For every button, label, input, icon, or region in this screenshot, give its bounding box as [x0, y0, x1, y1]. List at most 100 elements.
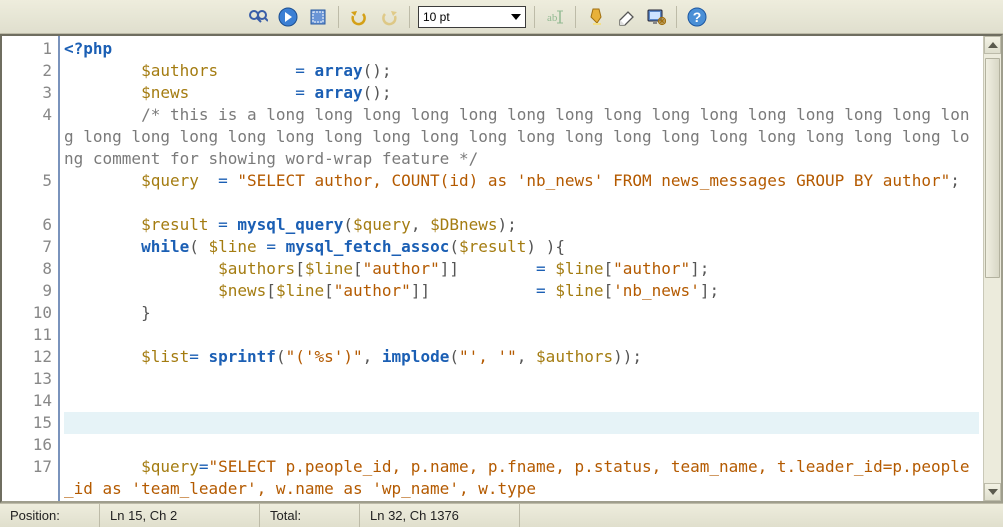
scroll-up-button[interactable] [984, 36, 1001, 54]
token-str: "SELECT author, COUNT(id) as 'nb_news' F… [237, 171, 950, 190]
token-var: $news [218, 281, 266, 300]
token-plain [209, 215, 219, 234]
token-fn: mysql_query [237, 215, 343, 234]
token-str: "('%s')" [286, 347, 363, 366]
token-var: $line [305, 259, 353, 278]
triangle-up-icon [988, 42, 998, 48]
code-line[interactable]: $news = array(); [64, 82, 979, 104]
code-line[interactable]: $authors = array(); [64, 60, 979, 82]
token-plain: , [363, 347, 382, 366]
undo-button[interactable] [345, 3, 373, 31]
token-var: $authors [218, 259, 295, 278]
code-line[interactable]: $list= sprintf("('%s')", implode("', '",… [64, 346, 979, 368]
line-number: 16 [2, 434, 52, 456]
code-line[interactable]: $query="SELECT p.people_id, p.name, p.fn… [64, 456, 979, 500]
token-var: $line [555, 259, 603, 278]
token-var: $news [141, 83, 189, 102]
token-plain [64, 83, 141, 102]
token-var: $query [353, 215, 411, 234]
code-area[interactable]: <?php $authors = array(); $news = array(… [60, 36, 983, 501]
code-line[interactable] [64, 434, 979, 456]
highlight-button[interactable] [582, 3, 610, 31]
line-number: 10 [2, 302, 52, 324]
font-size-value: 10 pt [423, 10, 450, 24]
redo-button[interactable] [375, 3, 403, 31]
code-line[interactable] [64, 368, 979, 390]
code-line[interactable]: <?php [64, 38, 979, 60]
statusbar: Position: Ln 15, Ch 2 Total: Ln 32, Ch 1… [0, 503, 1003, 527]
go-icon [278, 7, 298, 27]
token-str: 'nb_news' [613, 281, 700, 300]
scroll-thumb[interactable] [985, 58, 1000, 278]
token-var: $result [459, 237, 526, 256]
token-plain: [ [353, 259, 363, 278]
token-op: = [295, 61, 314, 80]
token-plain [64, 457, 141, 476]
token-plain: ( [343, 215, 353, 234]
token-var: $list [141, 347, 189, 366]
vertical-scrollbar[interactable] [983, 36, 1001, 501]
token-var: $DBnews [430, 215, 497, 234]
token-plain: ( [189, 237, 208, 256]
code-line[interactable] [64, 412, 979, 434]
help-icon: ? [687, 7, 707, 27]
highlight-icon [587, 7, 605, 27]
scroll-down-button[interactable] [984, 483, 1001, 501]
token-op: = [189, 347, 208, 366]
token-plain: ]] [440, 259, 536, 278]
line-number: 13 [2, 368, 52, 390]
toolbar-separator [534, 6, 535, 28]
code-line[interactable]: $query = "SELECT author, COUNT(id) as 'n… [64, 170, 979, 214]
code-line[interactable]: $authors[$line["author"]] = $line["autho… [64, 258, 979, 280]
token-plain [64, 237, 141, 256]
token-plain [189, 83, 295, 102]
token-plain: ]] [411, 281, 536, 300]
line-number: 3 [2, 82, 52, 104]
token-plain: ( [449, 237, 459, 256]
svg-text:?: ? [693, 9, 702, 25]
undo-icon [349, 8, 369, 26]
code-line[interactable]: /* this is a long long long long long lo… [64, 104, 979, 170]
token-var: $line [555, 281, 603, 300]
token-kw: while [141, 237, 189, 256]
token-plain: [ [603, 259, 613, 278]
rename-button[interactable]: ab [541, 3, 569, 31]
token-plain: ( [449, 347, 459, 366]
display-settings-button[interactable] [642, 3, 670, 31]
line-number: 17 [2, 456, 52, 500]
token-plain [64, 61, 141, 80]
code-line[interactable]: } [64, 302, 979, 324]
toolbar-separator [575, 6, 576, 28]
token-var: $query [141, 171, 199, 190]
token-cmt: /* this is a long long long long long lo… [64, 105, 969, 168]
font-size-select[interactable]: 10 pt [418, 6, 526, 28]
editor: 1234567891011121314151617 <?php $authors… [0, 34, 1003, 503]
svg-text:ab: ab [547, 12, 558, 24]
token-plain [257, 237, 267, 256]
code-line[interactable]: $news[$line["author"]] = $line['nb_news'… [64, 280, 979, 302]
rect-icon [309, 8, 327, 26]
code-line[interactable]: while( $line = mysql_fetch_assoc($result… [64, 236, 979, 258]
find-button[interactable] [244, 3, 272, 31]
token-plain: ( [276, 347, 286, 366]
code-line[interactable] [64, 390, 979, 412]
token-plain: ); [498, 215, 517, 234]
token-var: $line [209, 237, 257, 256]
select-all-button[interactable] [304, 3, 332, 31]
code-line[interactable]: $result = mysql_query($query, $DBnews); [64, 214, 979, 236]
token-var: $line [276, 281, 324, 300]
token-plain: ) ){ [526, 237, 565, 256]
help-button[interactable]: ? [683, 3, 711, 31]
erase-button[interactable] [612, 3, 640, 31]
line-gutter: 1234567891011121314151617 [2, 36, 60, 501]
go-button[interactable] [274, 3, 302, 31]
token-plain: (); [363, 83, 392, 102]
line-number: 2 [2, 60, 52, 82]
line-number: 15 [2, 412, 52, 434]
token-plain: , [517, 347, 536, 366]
token-plain [64, 347, 141, 366]
line-number: 5 [2, 170, 52, 214]
code-line[interactable] [64, 324, 979, 346]
token-op: = [218, 171, 237, 190]
token-plain [64, 215, 141, 234]
